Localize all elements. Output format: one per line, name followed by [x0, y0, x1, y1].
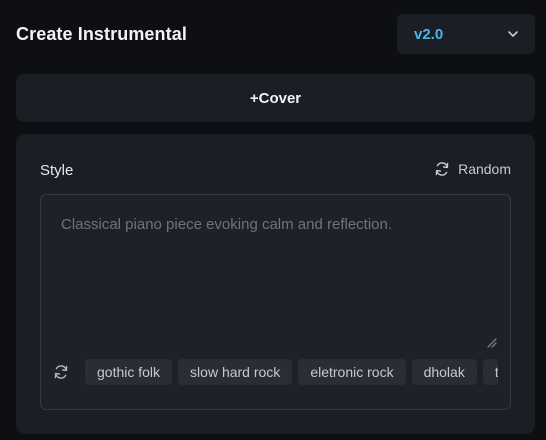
create-instrumental-panel: Create Instrumental v2.0 +Cover Style Ra…	[0, 0, 546, 440]
resize-grip-icon[interactable]	[485, 336, 497, 348]
random-button[interactable]: Random	[434, 161, 511, 177]
refresh-icon	[435, 162, 449, 176]
add-cover-button[interactable]: +Cover	[16, 74, 535, 122]
version-select[interactable]: v2.0	[397, 14, 535, 54]
style-panel: Style Random Classical piano piece evoki…	[16, 134, 535, 434]
refresh-icon	[54, 365, 68, 379]
random-button-label: Random	[458, 161, 511, 177]
style-tag[interactable]: slow hard rock	[178, 359, 293, 385]
style-input-box: Classical piano piece evoking calm and r…	[40, 194, 511, 410]
style-tags-row: gothic folk slow hard rock eletronic roc…	[53, 359, 498, 385]
page-title: Create Instrumental	[16, 24, 187, 44]
style-label: Style	[40, 162, 74, 179]
style-textarea[interactable]: Classical piano piece evoking calm and r…	[61, 214, 491, 236]
chevron-down-icon	[508, 31, 518, 37]
style-tag[interactable]: eletronic rock	[298, 359, 406, 385]
version-select-value: v2.0	[414, 25, 444, 43]
style-tag[interactable]: tra	[482, 359, 498, 385]
style-tag[interactable]: dholak	[411, 359, 477, 385]
style-tag[interactable]: gothic folk	[85, 359, 173, 385]
refresh-tags-button[interactable]	[53, 364, 69, 380]
